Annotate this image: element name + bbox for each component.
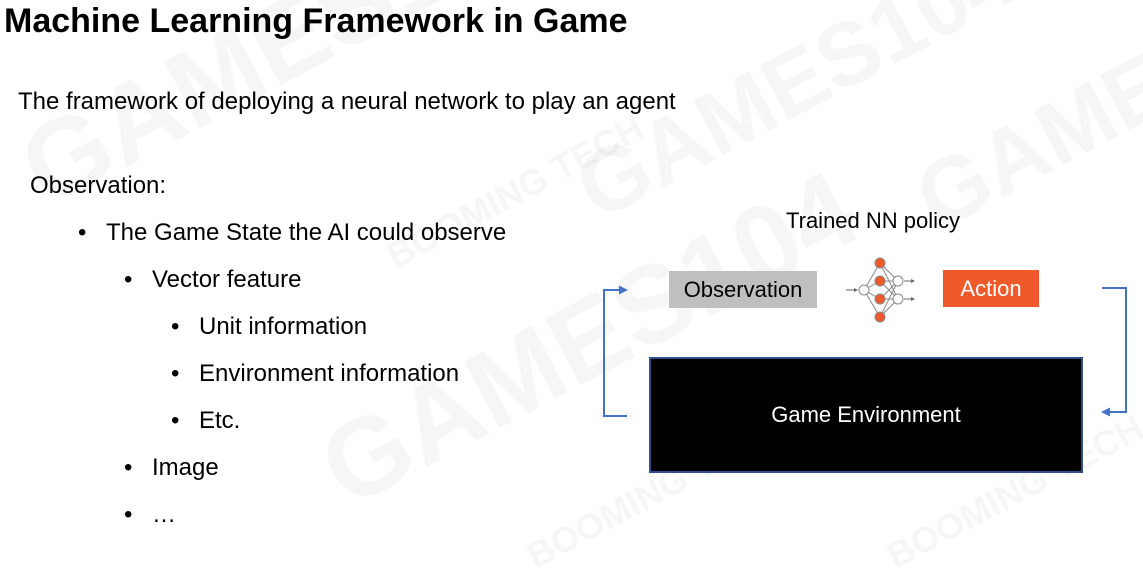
action-arrow-right — [1102, 287, 1127, 413]
neural-network-icon — [846, 257, 915, 323]
arrowhead-right — [1101, 407, 1110, 417]
feedback-arrow-left — [603, 289, 627, 417]
diagram-connectors — [603, 257, 1127, 417]
arrowhead-left — [619, 285, 628, 295]
